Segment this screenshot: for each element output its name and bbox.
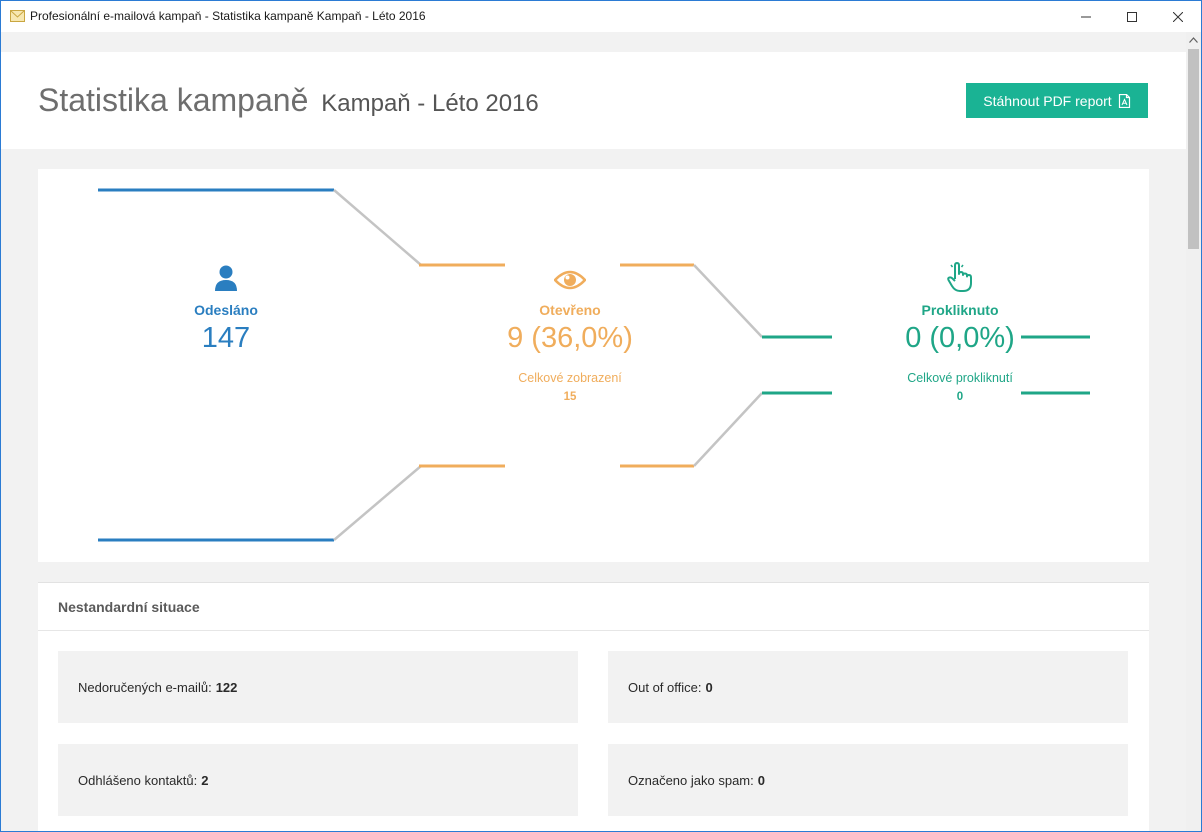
scroll-up-arrow-icon[interactable]	[1189, 37, 1198, 43]
issue-spam-label: Označeno jako spam:	[628, 772, 754, 788]
vertical-scrollbar[interactable]	[1186, 32, 1201, 831]
issue-undelivered-label: Nedoručených e-mailů:	[78, 679, 212, 695]
stat-sent-value: 147	[201, 322, 251, 354]
connector-opened-clicked-top	[693, 264, 763, 338]
close-icon	[1173, 11, 1183, 22]
stat-clicked: Prokliknuto 0 (0,0%) Celkové prokliknutí…	[840, 260, 1080, 403]
connector-sent-opened-top	[333, 189, 422, 266]
stat-opened-value: 9 (36,0%)	[507, 322, 633, 354]
download-pdf-label: Stáhnout PDF report	[983, 92, 1112, 109]
maximize-button[interactable]	[1109, 1, 1155, 32]
connector-opened-clicked-bottom	[693, 392, 763, 467]
main-content: Statistika kampaně Kampaň - Léto 2016 St…	[1, 32, 1186, 831]
window-title: Profesionální e-mailová kampaň - Statist…	[30, 9, 426, 23]
funnel-card: Odesláno 147 Otevřeno 9 (36,0%) Celkové …	[38, 169, 1149, 562]
stat-sent: Odesláno 147	[106, 260, 346, 355]
stat-sent-label: Odesláno	[194, 302, 258, 318]
issue-out-of-office: Out of office: 0	[608, 651, 1128, 723]
stat-clicked-sub-value: 0	[956, 391, 964, 403]
page-title-text: Statistika kampaně	[38, 82, 309, 118]
user-icon	[106, 260, 346, 292]
stat-opened-sub-label: Celkové zobrazení	[518, 371, 622, 385]
issue-out-of-office-value: 0	[705, 679, 713, 695]
issue-out-of-office-label: Out of office:	[628, 679, 702, 695]
issues-card: Nestandardní situace Nedoručených e-mail…	[38, 582, 1149, 831]
issue-undelivered: Nedoručených e-mailů: 122	[58, 651, 578, 723]
pdf-file-icon	[1118, 93, 1130, 108]
app-window: Profesionální e-mailová kampaň - Statist…	[0, 0, 1202, 832]
scrollbar-thumb[interactable]	[1188, 49, 1199, 249]
issue-spam-value: 0	[757, 772, 765, 788]
issue-unsubscribed: Odhlášeno kontaktů: 2	[58, 744, 578, 816]
stat-opened-label: Otevřeno	[539, 302, 601, 318]
issue-unsubscribed-label: Odhlášeno kontaktů:	[78, 772, 198, 788]
stat-opened: Otevřeno 9 (36,0%) Celkové zobrazení 15	[450, 260, 690, 403]
issue-spam: Označeno jako spam: 0	[608, 744, 1128, 816]
minimize-button[interactable]	[1063, 1, 1109, 32]
campaign-name: Kampaň - Léto 2016	[321, 90, 539, 117]
page-title: Statistika kampaně Kampaň - Léto 2016	[38, 82, 539, 119]
issues-divider	[38, 630, 1149, 631]
close-button[interactable]	[1155, 1, 1201, 32]
download-pdf-button[interactable]: Stáhnout PDF report	[966, 83, 1148, 118]
issue-undelivered-value: 122	[215, 679, 238, 695]
issue-unsubscribed-value: 2	[201, 772, 209, 788]
minimize-icon	[1081, 16, 1091, 17]
page-header: Statistika kampaně Kampaň - Léto 2016 St…	[1, 52, 1186, 149]
stat-clicked-label: Prokliknuto	[921, 302, 999, 318]
eye-icon	[450, 260, 690, 292]
envelope-icon	[10, 10, 25, 22]
stat-clicked-sub-label: Celkové prokliknutí	[907, 371, 1013, 385]
pointer-hand-icon	[840, 260, 1080, 292]
stat-clicked-value: 0 (0,0%)	[905, 322, 1015, 354]
issues-title: Nestandardní situace	[58, 599, 200, 615]
connector-sent-opened-bottom	[333, 465, 422, 541]
stat-opened-sub-value: 15	[563, 391, 577, 403]
maximize-icon	[1127, 11, 1137, 22]
title-bar: Profesionální e-mailová kampaň - Statist…	[1, 1, 1201, 32]
